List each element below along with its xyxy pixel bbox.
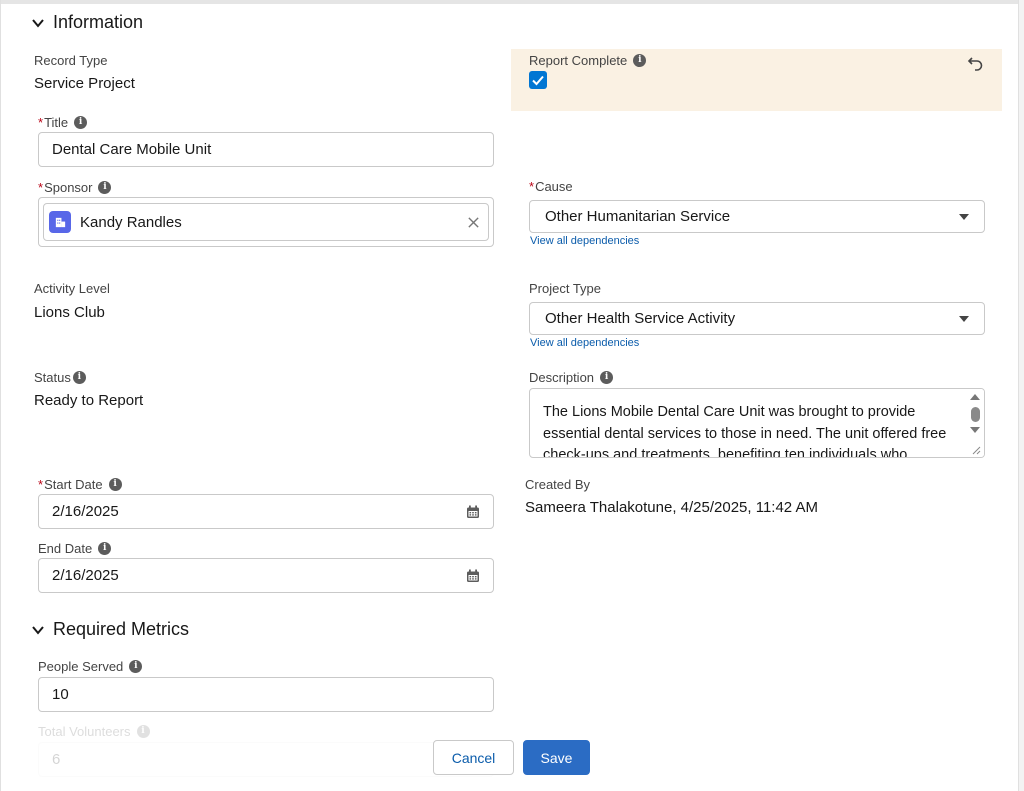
chevron-down-icon [32,625,44,635]
start-date-label: *Start Date i [38,477,122,492]
window-right-border [1018,0,1024,791]
end-date-label: End Date i [38,541,112,556]
cause-label: *Cause [529,179,573,194]
created-by-value: Sameera Thalakotune, 4/25/2025, 11:42 AM [525,499,818,516]
info-icon[interactable]: i [108,478,122,491]
window-top-border [0,0,1024,4]
close-icon[interactable] [467,216,480,229]
description-textarea[interactable]: The Lions Mobile Dental Care Unit was br… [529,388,985,458]
record-type-label: Record Type [34,53,108,68]
window-left-border [0,0,1,791]
activity-level-value: Lions Club [34,304,105,321]
chevron-down-icon [959,315,969,322]
scroll-thumb[interactable] [971,407,980,422]
description-scrollbar[interactable] [967,389,984,457]
sponsor-label: *Sponsor i [38,180,112,195]
sponsor-pill[interactable]: Kandy Randles [43,203,489,241]
title-label: *Title i [38,115,88,130]
info-icon[interactable]: i [72,371,86,384]
info-icon[interactable]: i [74,116,88,129]
people-served-input[interactable]: 10 [38,677,494,712]
people-served-label: People Served i [38,659,143,674]
info-icon[interactable]: i [633,54,647,67]
calendar-icon[interactable] [466,569,480,583]
activity-level-label: Activity Level [34,281,110,296]
record-type-value: Service Project [34,75,135,92]
project-type-select[interactable]: Other Health Service Activity [529,302,985,335]
description-label: Description i [529,370,614,385]
information-section-toggle[interactable]: Information [31,12,143,33]
cause-dependencies-link[interactable]: View all dependencies [530,235,639,247]
scroll-up-icon[interactable] [970,394,980,400]
info-icon[interactable]: i [600,371,614,384]
info-icon[interactable]: i [98,181,112,194]
building-icon [49,211,71,233]
total-volunteers-input[interactable]: 6 [38,742,494,777]
info-icon[interactable]: i [136,725,150,738]
project-type-label: Project Type [529,281,602,296]
created-by-label: Created By [525,477,591,492]
required-marker: * [529,179,535,194]
report-complete-label: Report Complete i [529,53,647,68]
undo-icon[interactable] [967,54,985,72]
chevron-down-icon [32,18,44,28]
required-metrics-section-title: Required Metrics [53,619,190,639]
calendar-icon[interactable] [466,505,480,519]
required-metrics-section-toggle[interactable]: Required Metrics [31,619,189,640]
check-icon [532,75,544,86]
required-marker: * [38,180,44,195]
required-marker: * [38,115,44,130]
title-input[interactable]: Dental Care Mobile Unit [38,132,494,167]
resize-handle-icon[interactable] [971,445,981,455]
status-value: Ready to Report [34,392,144,409]
chevron-down-icon [959,213,969,220]
total-volunteers-label: Total Volunteers i [38,724,150,739]
project-type-dependencies-link[interactable]: View all dependencies [530,337,639,349]
scroll-down-icon[interactable] [970,427,980,433]
sponsor-value: Kandy Randles [80,213,182,231]
save-button[interactable]: Save [523,740,590,775]
info-icon[interactable]: i [98,542,112,555]
info-icon[interactable]: i [129,660,143,673]
start-date-input[interactable]: 2/16/2025 [38,494,494,529]
information-section-title: Information [53,12,144,32]
report-complete-checkbox[interactable] [529,71,547,89]
end-date-input[interactable]: 2/16/2025 [38,558,494,593]
status-label: Status i [34,370,86,385]
cause-select[interactable]: Other Humanitarian Service [529,200,985,233]
required-marker: * [38,477,44,492]
description-text: The Lions Mobile Dental Care Unit was br… [543,404,947,458]
cancel-button[interactable]: Cancel [433,740,514,775]
